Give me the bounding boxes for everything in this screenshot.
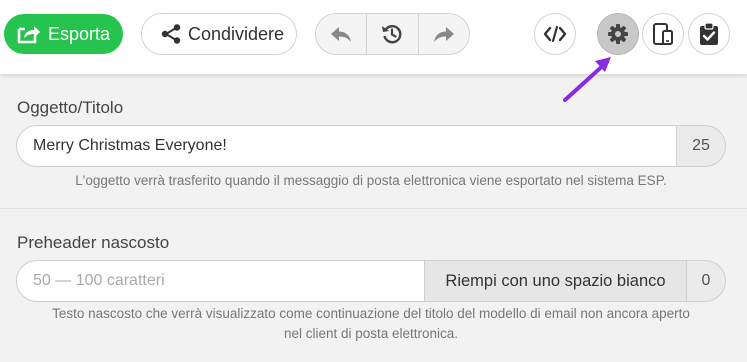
redo-button[interactable] — [417, 14, 469, 54]
gear-icon — [608, 24, 628, 44]
share-button[interactable]: Condividere — [141, 13, 297, 55]
export-label: Esporta — [48, 23, 111, 44]
history-group — [315, 13, 470, 55]
preheader-input[interactable]: 50 — 100 caratteri — [16, 260, 425, 302]
export-button[interactable]: Esporta — [4, 14, 123, 54]
fill-whitespace-button[interactable]: Riempi con uno spazio bianco — [424, 260, 687, 302]
preheader-hint-line2: nel client di posta elettronica. — [283, 326, 459, 341]
responsive-devices-icon — [653, 23, 673, 45]
subject-input[interactable]: Merry Christmas Everyone! — [16, 125, 677, 167]
undo-button[interactable] — [316, 14, 366, 54]
preheader-char-count: 0 — [686, 260, 726, 302]
device-preview-button[interactable] — [642, 13, 684, 55]
subject-section: Oggetto/Titolo Merry Christmas Everyone!… — [0, 74, 747, 209]
undo-icon — [331, 27, 352, 42]
test-checklist-button[interactable] — [688, 13, 730, 55]
preheader-hint: Testo nascosto che verrà visualizzato co… — [16, 304, 726, 344]
subject-value: Merry Christmas Everyone! — [33, 137, 227, 154]
settings-button[interactable] — [597, 13, 639, 55]
subject-hint: L'oggetto verrà trasferito quando il mes… — [75, 173, 667, 188]
subject-char-count: 25 — [676, 125, 726, 167]
preheader-label: Preheader nascosto — [17, 233, 170, 252]
redo-icon — [433, 27, 454, 42]
code-button[interactable] — [534, 13, 576, 55]
history-icon — [382, 25, 402, 44]
share-label: Condividere — [188, 23, 285, 44]
clipboard-check-icon — [700, 22, 718, 45]
export-icon — [16, 23, 42, 45]
preheader-section: Preheader nascosto 50 — 100 caratteri Ri… — [0, 209, 747, 362]
preheader-placeholder: 50 — 100 caratteri — [33, 272, 165, 289]
preheader-hint-line1: Testo nascosto che verrà visualizzato co… — [52, 306, 690, 321]
code-icon — [543, 25, 567, 43]
history-button[interactable] — [366, 14, 417, 54]
toolbar: Esporta Condividere — [0, 0, 747, 74]
share-icon — [160, 23, 182, 45]
subject-label: Oggetto/Titolo — [17, 98, 124, 117]
